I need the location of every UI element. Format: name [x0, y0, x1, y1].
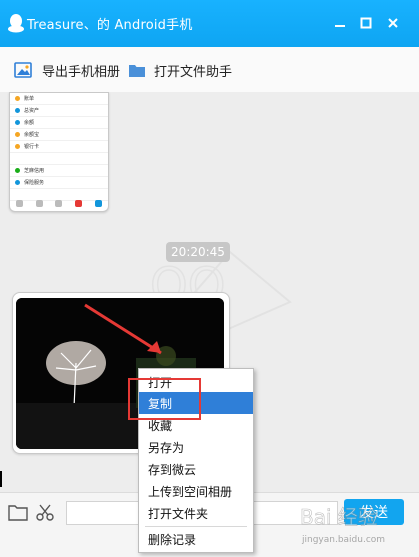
- highlight-box: [128, 378, 201, 420]
- phone-row: [10, 153, 108, 165]
- export-album-button[interactable]: 导出手机相册: [14, 59, 120, 81]
- phone-row-label: 账单: [24, 96, 35, 102]
- phone-row-label: 余额: [24, 120, 35, 126]
- menu-item-open-folder[interactable]: 打开文件夹: [139, 502, 253, 524]
- maximize-button[interactable]: [356, 13, 376, 33]
- phone-row: 余额宝: [10, 129, 108, 141]
- menu-item-save-as[interactable]: 另存为: [139, 436, 253, 458]
- menu-item-delete-record[interactable]: 删除记录: [139, 528, 253, 550]
- scissors-icon[interactable]: [36, 503, 54, 521]
- phone-tab-icon: [94, 200, 102, 207]
- maximize-icon: [360, 17, 372, 29]
- phone-row: 保险服务: [10, 177, 108, 189]
- phone-tab-icon: [55, 200, 63, 207]
- watermark-url: jingyan.baidu.com: [301, 535, 385, 545]
- phone-row-icon: [15, 108, 20, 113]
- red-arrow: [84, 303, 162, 355]
- phone-row-icon: [15, 156, 20, 161]
- phone-row-icon: [15, 96, 20, 101]
- phone-row: 银行卡: [10, 141, 108, 153]
- minimize-icon: [335, 25, 345, 27]
- phone-row-label: 芝麻信用: [24, 168, 45, 174]
- close-icon: [388, 18, 398, 28]
- phone-row-label: 保险服务: [24, 180, 45, 186]
- folder-icon: [129, 65, 145, 77]
- text-caret: [0, 471, 2, 487]
- window-title: Treasure、的 Android手机: [27, 18, 193, 33]
- minimize-button[interactable]: [330, 13, 350, 33]
- phone-row-icon: [15, 192, 20, 197]
- phone-row-label: 余额宝: [24, 132, 40, 138]
- baidu-jingyan-watermark: Bai 经验 jingyan.baidu.com: [300, 505, 385, 545]
- phone-row-label: 银行卡: [24, 144, 40, 150]
- phone-screenshot-bubble[interactable]: 账单总资产余额余额宝银行卡芝麻信用保险服务: [9, 92, 109, 212]
- close-button[interactable]: [383, 13, 403, 33]
- phone-tab-icon: [35, 200, 43, 207]
- phone-row: 账单: [10, 93, 108, 105]
- phone-tab-icon: [75, 200, 83, 207]
- open-file-assistant-button[interactable]: 打开文件助手: [128, 59, 232, 81]
- watermark-brand: Bai 经验: [300, 505, 378, 529]
- menu-separator: [145, 526, 247, 527]
- export-album-label: 导出手机相册: [42, 64, 121, 80]
- phone-row: 总资产: [10, 105, 108, 117]
- qq-penguin-icon: [8, 14, 24, 33]
- phone-row: 芝麻信用: [10, 165, 108, 177]
- folder-outline-icon[interactable]: [8, 503, 28, 521]
- phone-row-icon: [15, 120, 20, 125]
- phone-row-icon: [15, 168, 20, 173]
- phone-row-icon: [15, 144, 20, 149]
- phone-tabbar: [10, 200, 108, 207]
- menu-item-save-to-weiyun[interactable]: 存到微云: [139, 458, 253, 480]
- title-bar: Treasure、的 Android手机: [0, 0, 419, 47]
- toolbar: 导出手机相册 打开文件助手: [0, 47, 419, 93]
- open-file-assistant-label: 打开文件助手: [154, 64, 233, 80]
- menu-item-upload-album[interactable]: 上传到空间相册: [139, 480, 253, 502]
- message-timestamp: 20:20:45: [166, 242, 230, 262]
- phone-tab-icon: [16, 200, 24, 207]
- phone-row-label: 总资产: [24, 108, 40, 114]
- phone-row-icon: [15, 180, 20, 185]
- phone-row: 余额: [10, 117, 108, 129]
- phone-row-icon: [15, 132, 20, 137]
- photo-album-icon: [14, 62, 32, 78]
